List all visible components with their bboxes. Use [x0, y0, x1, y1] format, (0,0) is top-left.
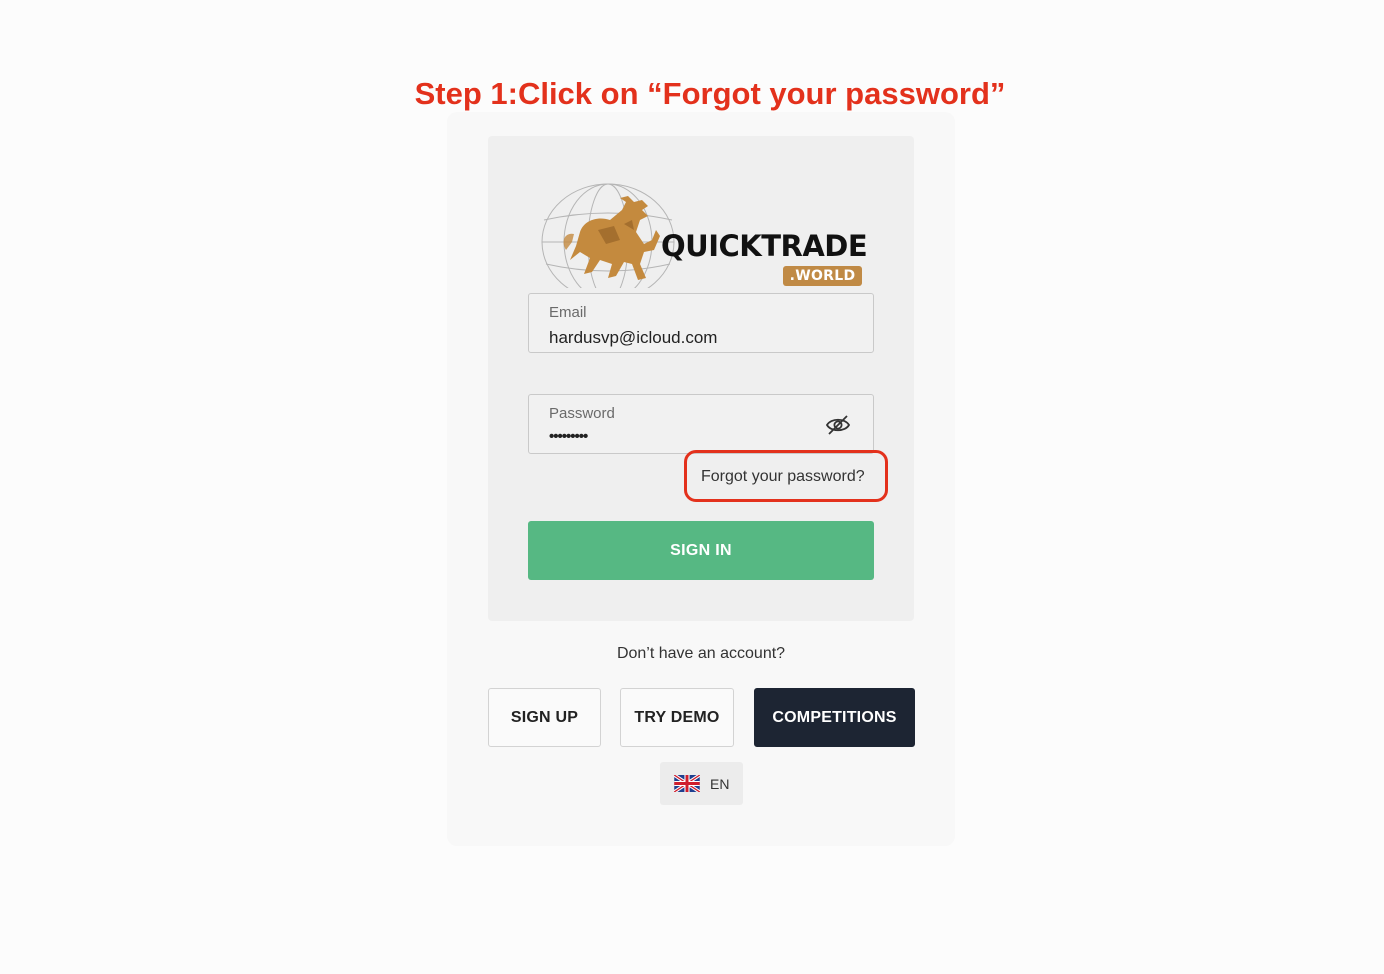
uk-flag-icon	[674, 775, 700, 792]
eye-off-icon[interactable]	[825, 413, 851, 437]
language-selector[interactable]: EN	[660, 762, 743, 805]
sign-up-button[interactable]: SIGN UP	[488, 688, 601, 747]
email-field[interactable]: Email hardusvp@icloud.com	[528, 293, 874, 353]
forgot-password-highlight: Forgot your password?	[684, 450, 888, 502]
page-canvas: Step 1:Click on “Forgot your password” Q…	[0, 0, 1384, 974]
password-field[interactable]: Password •••••••••	[528, 394, 874, 454]
email-value: hardusvp@icloud.com	[549, 328, 718, 347]
brand-suffix-badge: .WORLD	[783, 266, 862, 286]
instruction-heading: Step 1:Click on “Forgot your password”	[414, 76, 1006, 111]
competitions-button[interactable]: COMPETITIONS	[754, 688, 915, 747]
language-code: EN	[710, 776, 730, 792]
forgot-password-link[interactable]: Forgot your password?	[701, 468, 865, 486]
email-label: Email	[549, 304, 587, 321]
sign-in-button[interactable]: SIGN IN	[528, 521, 874, 580]
no-account-text: Don’t have an account?	[616, 645, 786, 662]
password-label: Password	[549, 405, 615, 422]
try-demo-button[interactable]: TRY DEMO	[620, 688, 734, 747]
password-value: •••••••••	[549, 428, 588, 445]
brand-name: QUICKTRADE	[661, 229, 868, 263]
